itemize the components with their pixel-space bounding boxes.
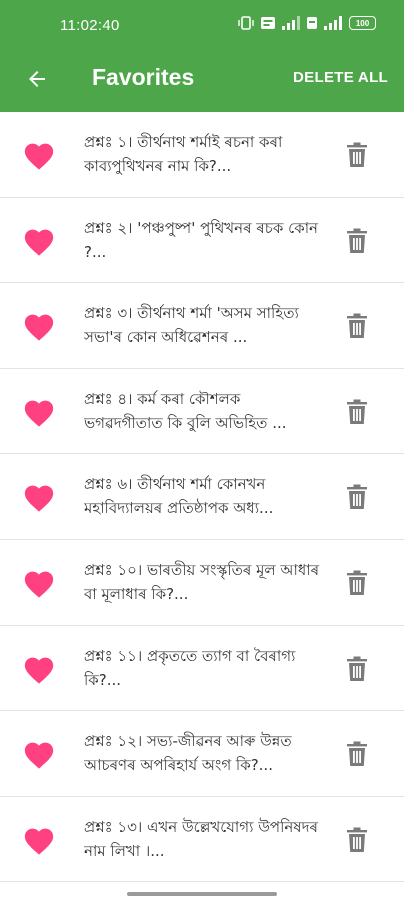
trash-icon[interactable] — [346, 570, 368, 596]
heart-icon[interactable] — [22, 396, 56, 428]
list-item[interactable]: প্ৰশ্নঃ ১৩। এখন উল্লেখযোগ্য উপনিষদৰ নাম … — [0, 796, 404, 883]
volte-icon-2 — [307, 17, 317, 29]
arrow-left-icon — [29, 71, 45, 87]
favorites-list: প্ৰশ্নঃ ১। তীৰ্থনাথ শৰ্মাই ৰচনা কৰা কাব্… — [0, 112, 404, 883]
list-item[interactable]: প্ৰশ্নঃ ১০। ভাৰতীয় সংস্কৃতিৰ মূল আধাৰ ব… — [0, 539, 404, 626]
heart-icon[interactable] — [22, 310, 56, 342]
list-item[interactable]: প্ৰশ্নঃ ১২। সভ্য-জীৱনৰ আৰু উন্নত আচৰণৰ অ… — [0, 711, 404, 797]
battery-level: 100 — [355, 18, 370, 28]
vibrate-icon — [238, 16, 254, 30]
question-text[interactable]: প্ৰশ্নঃ ১। তীৰ্থনাথ শৰ্মাই ৰচনা কৰা কাব্… — [84, 130, 320, 178]
heart-icon[interactable] — [22, 738, 56, 770]
gesture-bar — [127, 892, 277, 896]
trash-icon[interactable] — [346, 656, 368, 682]
volte-icon — [261, 17, 275, 29]
heart-icon[interactable] — [22, 139, 56, 171]
list-item[interactable]: প্ৰশ্নঃ ২। 'পঞ্চপুষ্প' পুথিখনৰ ৰচক কোন ?… — [0, 197, 404, 284]
heart-icon[interactable] — [22, 567, 56, 599]
question-text[interactable]: প্ৰশ্নঃ ৩। তীৰ্থনাথ শৰ্মা 'অসম সাহিত্য স… — [84, 301, 320, 349]
list-item[interactable]: প্ৰশ্নঃ ১। তীৰ্থনাথ শৰ্মাই ৰচনা কৰা কাব্… — [0, 112, 404, 198]
list-item[interactable]: প্ৰশ্নঃ ১১। প্ৰকৃততে ত্যাগ বা বৈৰাগ্য কি… — [0, 625, 404, 712]
list-item[interactable]: প্ৰশ্নঃ ৪। কৰ্ম কৰা কৌশলক ভগৱদগীতাত কি ব… — [0, 368, 404, 455]
signal-icon-2 — [324, 16, 342, 30]
status-bar: 11:02:40 100 — [0, 0, 404, 50]
list-item[interactable]: প্ৰশ্নঃ ৬। তীৰ্থনাথ শৰ্মা কোনখন মহাবিদ্য… — [0, 454, 404, 540]
delete-all-button[interactable]: DELETE ALL — [293, 69, 388, 86]
question-text[interactable]: প্ৰশ্নঃ ১০। ভাৰতীয় সংস্কৃতিৰ মূল আধাৰ ব… — [84, 558, 320, 606]
back-button[interactable] — [22, 64, 52, 94]
trash-icon[interactable] — [346, 228, 368, 254]
status-icons: 100 — [238, 16, 376, 30]
trash-icon[interactable] — [346, 399, 368, 425]
heart-icon[interactable] — [22, 653, 56, 685]
trash-icon[interactable] — [346, 313, 368, 339]
question-text[interactable]: প্ৰশ্নঃ ৪। কৰ্ম কৰা কৌশলক ভগৱদগীতাত কি ব… — [84, 387, 320, 435]
trash-icon[interactable] — [346, 142, 368, 168]
status-time: 11:02:40 — [60, 17, 120, 34]
heart-icon[interactable] — [22, 824, 56, 856]
trash-icon[interactable] — [346, 827, 368, 853]
question-text[interactable]: প্ৰশ্নঃ ২। 'পঞ্চপুষ্প' পুথিখনৰ ৰচক কোন ?… — [84, 216, 320, 264]
question-text[interactable]: প্ৰশ্নঃ ১১। প্ৰকৃততে ত্যাগ বা বৈৰাগ্য কি… — [84, 644, 320, 692]
app-bar: Favorites DELETE ALL — [0, 50, 404, 112]
heart-icon[interactable] — [22, 481, 56, 513]
trash-icon[interactable] — [346, 484, 368, 510]
heart-icon[interactable] — [22, 225, 56, 257]
page-title: Favorites — [92, 64, 195, 90]
question-text[interactable]: প্ৰশ্নঃ ৬। তীৰ্থনাথ শৰ্মা কোনখন মহাবিদ্য… — [84, 472, 320, 520]
list-item[interactable]: প্ৰশ্নঃ ৩। তীৰ্থনাথ শৰ্মা 'অসম সাহিত্য স… — [0, 283, 404, 369]
signal-icon — [282, 16, 300, 30]
trash-icon[interactable] — [346, 741, 368, 767]
question-text[interactable]: প্ৰশ্নঃ ১৩। এখন উল্লেখযোগ্য উপনিষদৰ নাম … — [84, 815, 320, 863]
question-text[interactable]: প্ৰশ্নঃ ১২। সভ্য-জীৱনৰ আৰু উন্নত আচৰণৰ অ… — [84, 729, 320, 777]
battery-icon: 100 — [349, 16, 376, 30]
